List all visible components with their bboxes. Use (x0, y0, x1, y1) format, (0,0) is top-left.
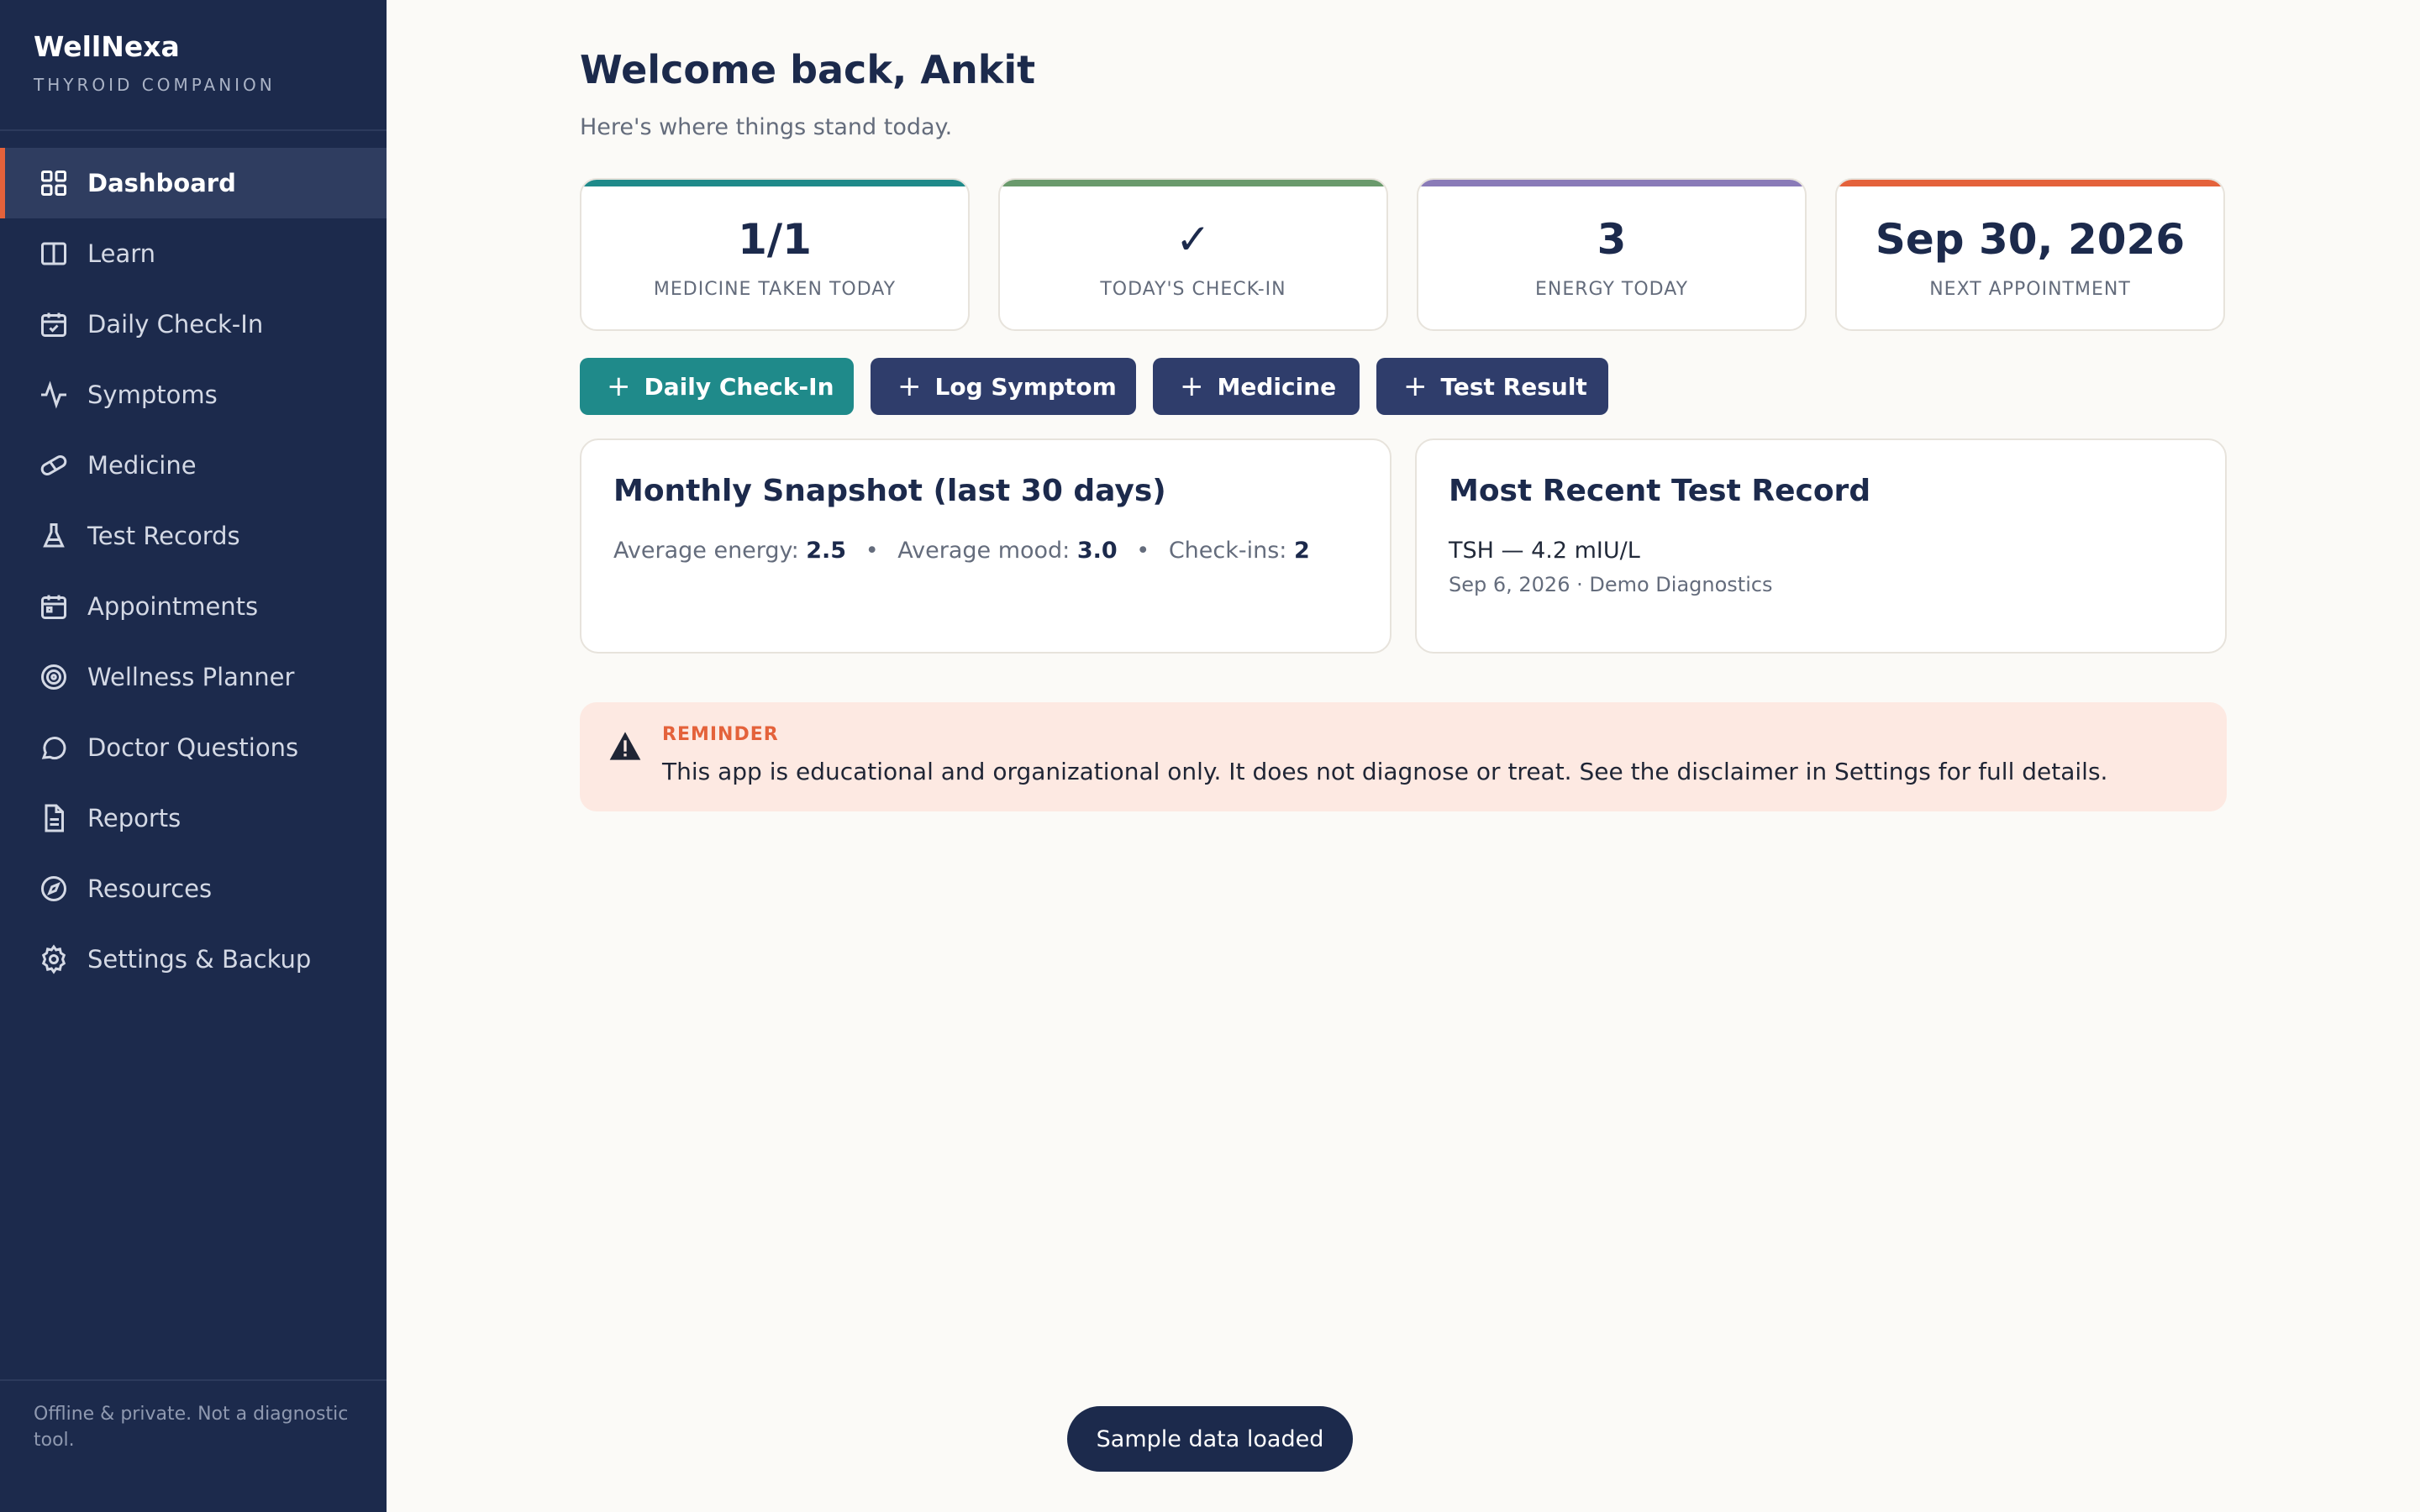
stat-label: TODAY'S CHECK-IN (1100, 279, 1286, 300)
stat-card-check-in: ✓ TODAY'S CHECK-IN (998, 178, 1388, 331)
log-symptom-button[interactable]: + Log Symptom (871, 358, 1136, 415)
brand-name: WellNexa (34, 30, 180, 63)
energy-value: 2.5 (806, 538, 847, 564)
divider (0, 129, 387, 131)
card-title: Most Recent Test Record (1449, 474, 1871, 508)
separator: • (1136, 538, 1150, 564)
stat-value: Sep 30, 2026 (1875, 215, 2186, 264)
stat-value: ✓ (1176, 215, 1211, 264)
calendar-icon (39, 591, 69, 622)
button-label: Log Symptom (934, 372, 1117, 401)
sidebar-item-appointments[interactable]: Appointments (0, 571, 387, 642)
sidebar-footer: Offline & private. Not a diagnostic tool… (34, 1404, 349, 1451)
sidebar-item-medicine[interactable]: Medicine (0, 430, 387, 501)
sidebar-item-label: Appointments (87, 592, 259, 621)
warning-icon (608, 729, 642, 763)
plus-icon: + (1180, 370, 1204, 403)
sidebar-item-label: Doctor Questions (87, 733, 299, 762)
sidebar-item-label: Medicine (87, 451, 197, 480)
recent-test-card: Most Recent Test Record TSH — 4.2 mIU/L … (1415, 438, 2227, 654)
sidebar-item-settings[interactable]: Settings & Backup (0, 924, 387, 995)
sidebar-item-label: Settings & Backup (87, 945, 312, 974)
divider (0, 1379, 387, 1381)
calendar-check-icon (39, 309, 69, 339)
sidebar-item-reports[interactable]: Reports (0, 783, 387, 853)
sidebar-item-label: Reports (87, 804, 182, 832)
test-result: TSH — 4.2 mIU/L (1449, 538, 1640, 564)
stat-accent-bar (1418, 180, 1805, 186)
page-subtitle: Here's where things stand today. (580, 114, 953, 140)
toast-notification: Sample data loaded (1067, 1406, 1353, 1472)
stat-card-medicine: 1/1 MEDICINE TAKEN TODAY (580, 178, 970, 331)
sidebar-item-symptoms[interactable]: Symptoms (0, 360, 387, 430)
stat-label: ENERGY TODAY (1534, 279, 1689, 300)
sidebar-nav: Dashboard Learn Daily Check-In Symptoms … (0, 148, 387, 995)
button-label: Medicine (1217, 372, 1337, 401)
checkins-label: Check-ins: (1168, 538, 1287, 564)
sidebar-item-doctor-questions[interactable]: Doctor Questions (0, 712, 387, 783)
reminder-text: This app is educational and organization… (662, 758, 2108, 785)
target-icon (39, 662, 69, 692)
plus-icon: + (607, 370, 631, 403)
pill-icon (39, 450, 69, 480)
sidebar-item-label: Wellness Planner (87, 663, 295, 691)
card-title: Monthly Snapshot (last 30 days) (613, 474, 1166, 508)
test-detail: Sep 6, 2026 · Demo Diagnostics (1449, 573, 1773, 596)
sidebar-item-label: Resources (87, 874, 213, 903)
activity-icon (39, 380, 69, 410)
book-icon (39, 239, 69, 269)
add-test-result-button[interactable]: + Test Result (1376, 358, 1608, 415)
sidebar-item-label: Daily Check-In (87, 310, 264, 339)
add-daily-check-in-button[interactable]: + Daily Check-In (580, 358, 854, 415)
stat-accent-bar (1837, 180, 2223, 186)
stat-value: 1/1 (738, 215, 812, 264)
sidebar-item-label: Test Records (87, 522, 240, 550)
reminder-label: REMINDER (662, 724, 779, 745)
sidebar-item-wellness-planner[interactable]: Wellness Planner (0, 642, 387, 712)
stat-card-energy: 3 ENERGY TODAY (1417, 178, 1807, 331)
compass-icon (39, 874, 69, 904)
stat-label: MEDICINE TAKEN TODAY (653, 279, 897, 300)
stat-value: 3 (1597, 215, 1627, 264)
sidebar: WellNexa THYROID COMPANION Dashboard Lea… (0, 0, 387, 1512)
sidebar-item-label: Symptoms (87, 381, 218, 409)
sidebar-item-resources[interactable]: Resources (0, 853, 387, 924)
sidebar-item-label: Dashboard (87, 169, 236, 197)
plus-icon: + (1403, 370, 1428, 403)
flask-icon (39, 521, 69, 551)
gear-icon (39, 944, 69, 974)
separator: • (865, 538, 879, 564)
sidebar-item-label: Learn (87, 239, 156, 268)
button-label: Daily Check-In (644, 372, 834, 401)
mood-value: 3.0 (1076, 538, 1118, 564)
stat-accent-bar (581, 180, 968, 186)
brand: WellNexa THYROID COMPANION (34, 30, 276, 95)
stat-label: NEXT APPOINTMENT (1929, 279, 2131, 300)
mood-label: Average mood: (897, 538, 1071, 564)
monthly-snapshot-card: Monthly Snapshot (last 30 days) Average … (580, 438, 1392, 654)
stat-card-appointment: Sep 30, 2026 NEXT APPOINTMENT (1835, 178, 2225, 331)
plus-icon: + (897, 370, 922, 403)
reminder-banner: REMINDER This app is educational and org… (580, 702, 2227, 811)
add-medicine-button[interactable]: + Medicine (1153, 358, 1360, 415)
sidebar-item-test-records[interactable]: Test Records (0, 501, 387, 571)
chat-icon (39, 732, 69, 763)
document-icon (39, 803, 69, 833)
snapshot-stats: Average energy: 2.5 • Average mood: 3.0 … (613, 538, 1310, 564)
checkins-value: 2 (1294, 538, 1310, 564)
button-label: Test Result (1440, 372, 1587, 401)
page-title: Welcome back, Ankit (580, 47, 1036, 92)
sidebar-item-learn[interactable]: Learn (0, 218, 387, 289)
energy-label: Average energy: (613, 538, 799, 564)
sidebar-item-daily-check-in[interactable]: Daily Check-In (0, 289, 387, 360)
grid-icon (39, 168, 69, 198)
sidebar-item-dashboard[interactable]: Dashboard (0, 148, 387, 218)
stat-accent-bar (1000, 180, 1386, 186)
brand-subtitle: THYROID COMPANION (34, 75, 276, 95)
